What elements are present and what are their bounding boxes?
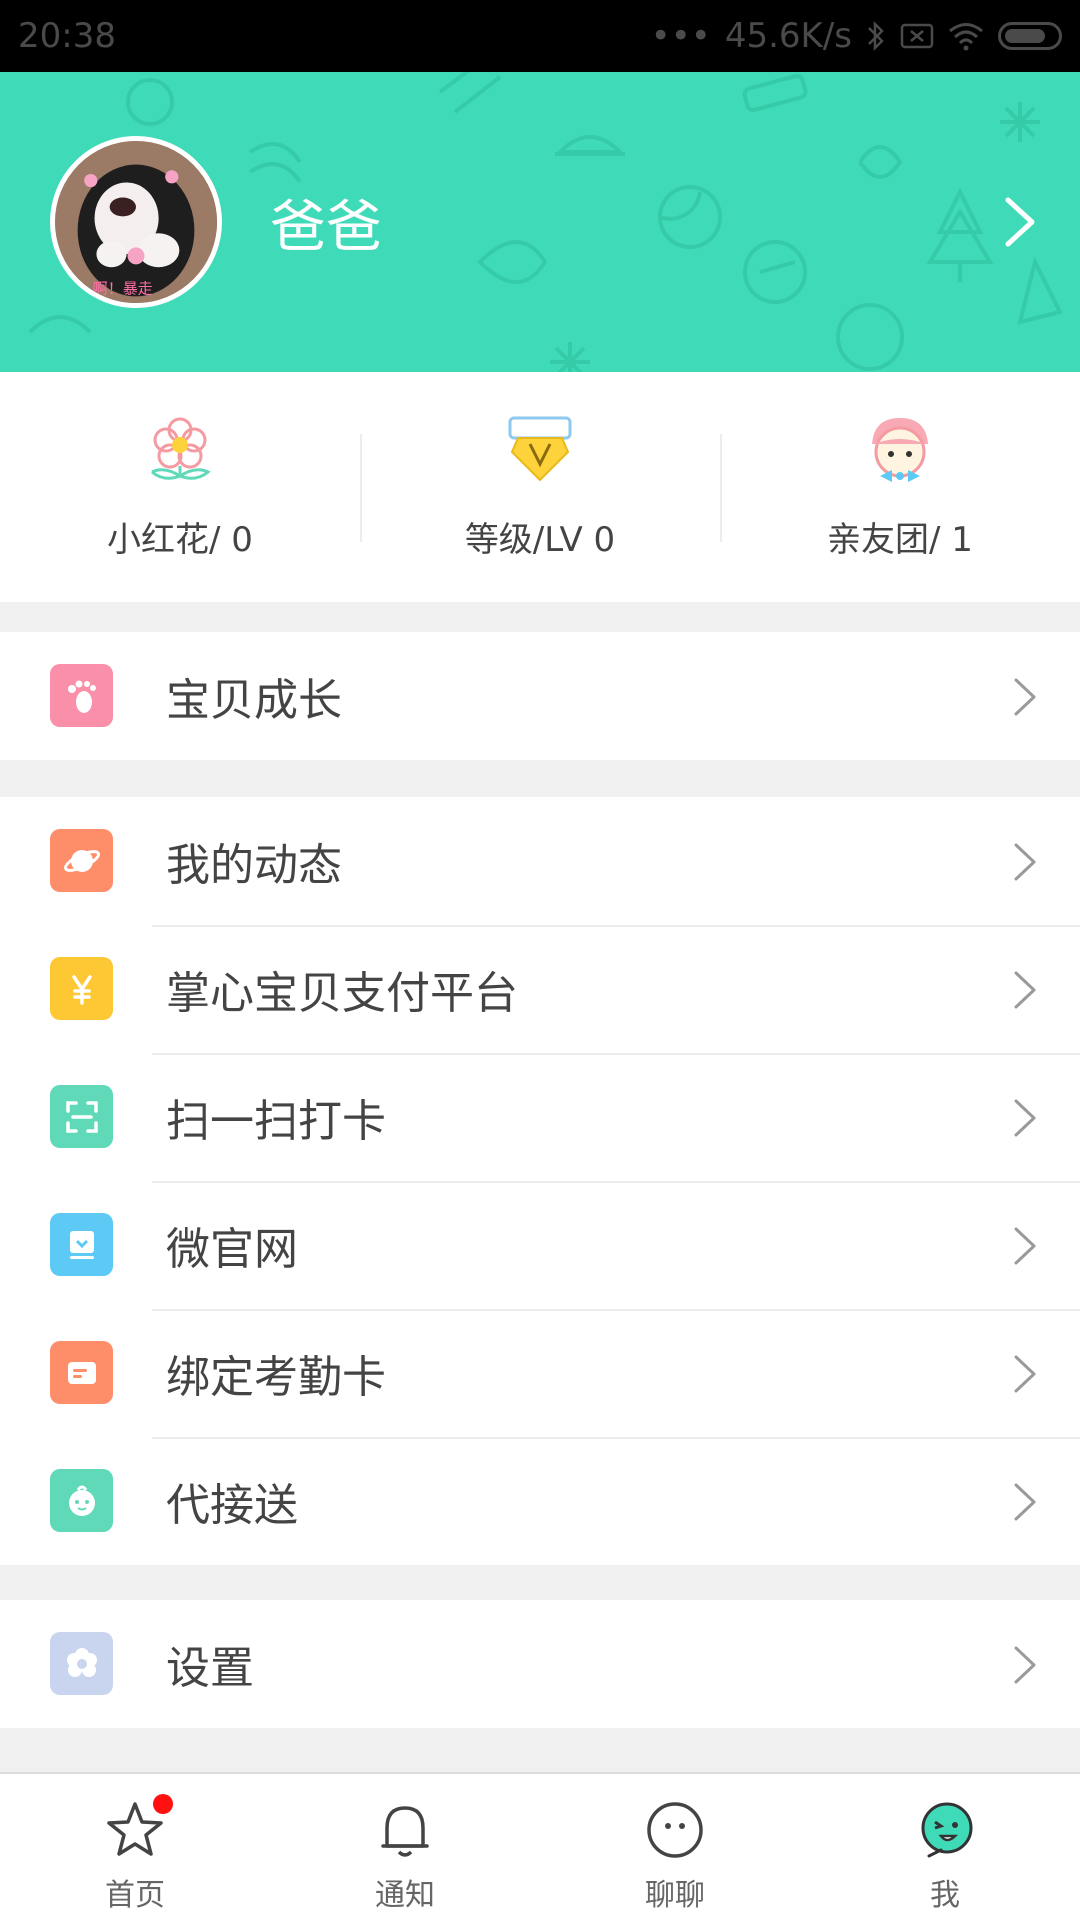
username: 爸爸 xyxy=(270,195,382,260)
notification-badge xyxy=(153,1794,173,1814)
tab-label: 聊聊 xyxy=(645,1878,705,1913)
diamond-badge-icon xyxy=(508,416,572,482)
status-time: 20:38 xyxy=(18,16,116,56)
menu-label: 绑定考勤卡 xyxy=(166,1352,386,1403)
stats-row: 小红花/ 0 等级/LV 0 亲友团/ 1 xyxy=(0,372,1080,602)
chat-face-icon xyxy=(643,1798,707,1862)
wifi-icon xyxy=(949,23,983,51)
chevron-right-icon xyxy=(1014,1099,1036,1137)
footprint-icon xyxy=(50,664,113,727)
chevron-right-icon xyxy=(1014,1227,1036,1265)
menu-item-my-feed[interactable]: 我的动态 xyxy=(0,797,1080,925)
svg-text:啊！暴走: 啊！暴走 xyxy=(93,280,153,298)
menu-label: 掌心宝贝支付平台 xyxy=(166,968,518,1019)
menu-item-bind-attendance-card[interactable]: 绑定考勤卡 xyxy=(0,1309,1080,1437)
menu-item-scan-checkin[interactable]: 扫一扫打卡 xyxy=(0,1053,1080,1181)
chevron-right-icon xyxy=(1014,843,1036,881)
tab-chat[interactable]: 聊聊 xyxy=(540,1774,810,1920)
network-speed: 45.6K/s xyxy=(724,16,852,56)
monitor-icon xyxy=(50,1213,113,1276)
stat-label: 小红花/ 0 xyxy=(107,520,253,560)
stat-label: 等级/LV 0 xyxy=(464,520,616,560)
chevron-right-icon xyxy=(1014,1483,1036,1521)
stat-label: 亲友团/ 1 xyxy=(827,520,973,560)
tab-label: 我 xyxy=(930,1878,960,1913)
bell-icon xyxy=(373,1798,437,1862)
chevron-right-icon xyxy=(1014,971,1036,1009)
stat-red-flower[interactable]: 小红花/ 0 xyxy=(0,372,360,602)
chevron-right-icon[interactable] xyxy=(1000,194,1040,250)
menu-label: 微官网 xyxy=(166,1224,298,1275)
star-icon xyxy=(103,1794,173,1862)
scan-icon xyxy=(50,1085,113,1148)
chevron-right-icon xyxy=(1014,1355,1036,1393)
tab-label: 通知 xyxy=(375,1878,435,1913)
menu-label: 宝贝成长 xyxy=(166,675,342,726)
status-icons: ••• 45.6K/s xyxy=(651,16,1062,56)
tab-me[interactable]: 我 xyxy=(810,1774,1080,1920)
planet-icon xyxy=(50,829,113,892)
chevron-right-icon xyxy=(1014,1646,1036,1684)
flower-icon xyxy=(151,417,211,480)
bottom-tab-bar: 首页 通知 聊聊 我 xyxy=(0,1772,1080,1920)
menu-label: 设置 xyxy=(166,1643,254,1694)
card-icon xyxy=(50,1341,113,1404)
sim-icon xyxy=(900,23,934,49)
menu-group-main: 我的动态 掌心宝贝支付平台 扫一扫打卡 微官网 绑定考勤卡 代接送 xyxy=(0,797,1080,1565)
menu-label: 代接送 xyxy=(166,1480,298,1531)
dots-icon: ••• xyxy=(650,16,711,56)
menu-item-micro-website[interactable]: 微官网 xyxy=(0,1181,1080,1309)
yen-icon xyxy=(50,957,113,1020)
battery-icon xyxy=(998,22,1062,50)
avatar[interactable]: 啊！暴走 xyxy=(50,136,222,308)
kid-face-icon xyxy=(872,418,928,482)
menu-item-proxy-pickup[interactable]: 代接送 xyxy=(0,1437,1080,1565)
menu-label: 扫一扫打卡 xyxy=(166,1096,386,1147)
tab-home[interactable]: 首页 xyxy=(0,1774,270,1920)
menu-group-growth: 宝贝成长 xyxy=(0,632,1080,760)
status-bar: 20:38 ••• 45.6K/s xyxy=(0,0,1080,72)
tab-notifications[interactable]: 通知 xyxy=(270,1774,540,1920)
avatar-image: 啊！暴走 xyxy=(55,141,217,303)
menu-label: 我的动态 xyxy=(166,840,342,891)
me-face-icon xyxy=(913,1798,977,1862)
gear-icon xyxy=(50,1632,113,1695)
tab-label: 首页 xyxy=(105,1878,165,1913)
menu-item-payment-platform[interactable]: 掌心宝贝支付平台 xyxy=(0,925,1080,1053)
stat-level[interactable]: 等级/LV 0 xyxy=(360,372,720,602)
baby-face-icon xyxy=(50,1469,113,1532)
menu-group-settings: 设置 xyxy=(0,1600,1080,1728)
profile-header[interactable]: 啊！暴走 爸爸 xyxy=(0,72,1080,372)
menu-item-baby-growth[interactable]: 宝贝成长 xyxy=(0,632,1080,760)
menu-item-settings[interactable]: 设置 xyxy=(0,1600,1080,1728)
stat-family-group[interactable]: 亲友团/ 1 xyxy=(720,372,1080,602)
bluetooth-icon xyxy=(868,20,884,52)
chevron-right-icon xyxy=(1014,678,1036,716)
